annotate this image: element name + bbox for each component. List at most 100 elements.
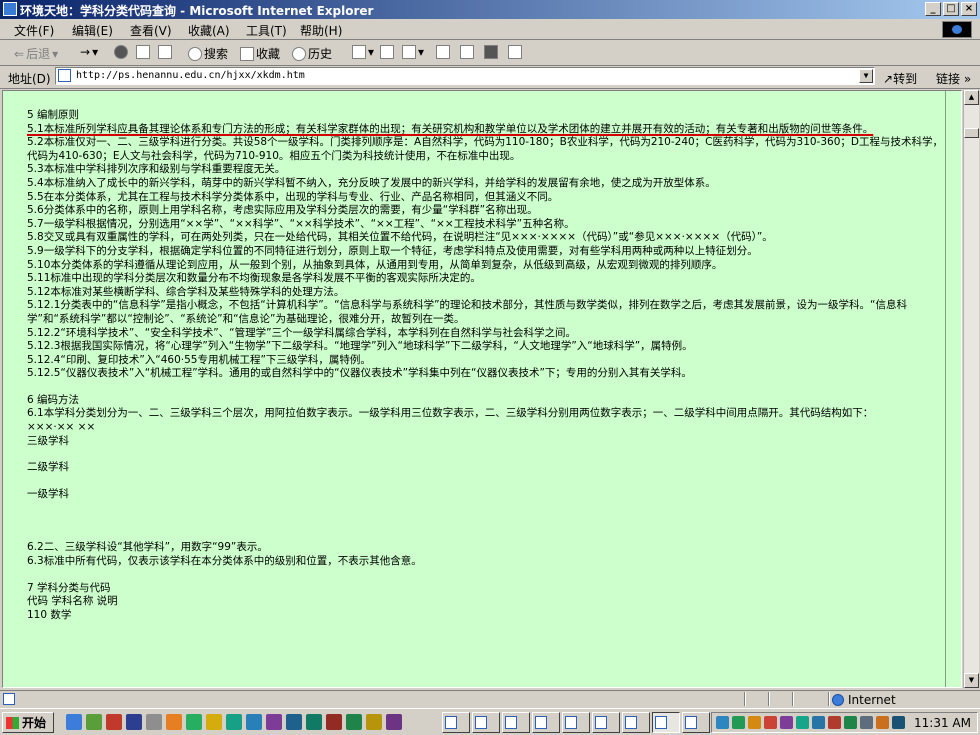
menu-view[interactable]: 查看(V) bbox=[130, 22, 172, 39]
paragraph-5-10: 5.10本分类体系的学科遵循从理论到应用，从一般到个别，从抽象到具体，从通用到专… bbox=[27, 258, 723, 271]
taskbar-window-button[interactable] bbox=[442, 712, 470, 733]
tray-icon[interactable] bbox=[892, 716, 905, 729]
address-label: 地址(D) bbox=[8, 72, 51, 86]
scroll-thumb[interactable] bbox=[964, 128, 979, 138]
minimize-button[interactable]: _ bbox=[925, 2, 941, 16]
label-level-3: 三级学科 bbox=[27, 434, 69, 447]
taskbar-window-button[interactable] bbox=[592, 712, 620, 733]
quicklaunch-icon[interactable] bbox=[186, 714, 202, 730]
go-arrow-icon: ↗ bbox=[883, 72, 894, 86]
scroll-down-button[interactable]: ▼ bbox=[964, 673, 979, 688]
close-button[interactable]: × bbox=[961, 2, 977, 16]
research-button[interactable] bbox=[484, 45, 498, 59]
stop-button[interactable] bbox=[114, 45, 128, 59]
quicklaunch-icon[interactable] bbox=[226, 714, 242, 730]
page-icon bbox=[58, 69, 71, 82]
stop-icon bbox=[114, 45, 128, 59]
heading-section-6: 6 编码方法 bbox=[27, 393, 80, 406]
back-button[interactable]: ⇐ 后退 ▾ bbox=[14, 45, 58, 62]
taskbar-window-button[interactable] bbox=[502, 712, 530, 733]
window-icon bbox=[685, 716, 697, 729]
address-bar: 地址(D) http://ps.henannu.edu.cn/hjxx/xkdm… bbox=[0, 66, 980, 89]
forward-arrow-icon: → bbox=[80, 45, 91, 59]
edit-button[interactable]: ▾ bbox=[402, 45, 424, 59]
quicklaunch-icon[interactable] bbox=[166, 714, 182, 730]
heading-section-7: 7 学科分类与代码 bbox=[27, 581, 111, 594]
tray-icon[interactable] bbox=[844, 716, 857, 729]
tray-icon[interactable] bbox=[828, 716, 841, 729]
address-input[interactable]: http://ps.henannu.edu.cn/hjxx/xkdm.htm ▼ bbox=[55, 67, 875, 85]
quicklaunch-icon[interactable] bbox=[286, 714, 302, 730]
tray-icon[interactable] bbox=[780, 716, 793, 729]
quicklaunch-icon[interactable] bbox=[86, 714, 102, 730]
history-button[interactable]: 历史 bbox=[292, 45, 332, 62]
media-button[interactable] bbox=[508, 45, 522, 59]
taskbar-window-button[interactable] bbox=[472, 712, 500, 733]
quicklaunch-icon[interactable] bbox=[306, 714, 322, 730]
start-button[interactable]: 开始 bbox=[2, 712, 54, 733]
page-status-icon bbox=[3, 693, 15, 705]
quicklaunch-icon[interactable] bbox=[126, 714, 142, 730]
go-button[interactable]: ↗转到 bbox=[883, 70, 917, 87]
menu-file[interactable]: 文件(F) bbox=[14, 22, 54, 39]
quicklaunch-icon[interactable] bbox=[386, 714, 402, 730]
quicklaunch-ie-icon[interactable] bbox=[66, 714, 82, 730]
menu-help[interactable]: 帮助(H) bbox=[300, 22, 342, 39]
print-button[interactable] bbox=[380, 45, 394, 59]
forward-button[interactable]: → ▾ bbox=[80, 45, 98, 59]
tray-icon[interactable] bbox=[812, 716, 825, 729]
paragraph-5-12-5: 5.12.5“仪器仪表技术”入“机械工程”学科。通用的或自然科学中的“仪器仪表技… bbox=[27, 367, 692, 380]
search-button[interactable]: 搜索 bbox=[188, 45, 228, 62]
mail-button[interactable]: ▾ bbox=[352, 45, 374, 59]
scroll-up-button[interactable]: ▲ bbox=[964, 90, 979, 105]
discuss-button[interactable] bbox=[436, 45, 450, 59]
favorites-button[interactable]: 收藏 bbox=[240, 45, 280, 62]
paragraph-5-12: 5.12本标准对某些横断学科、综合学科及某些特殊学科的处理方法。 bbox=[27, 285, 345, 298]
refresh-button[interactable] bbox=[136, 45, 150, 59]
menu-tools[interactable]: 工具(T) bbox=[246, 22, 287, 39]
tray-icon[interactable] bbox=[716, 716, 729, 729]
tray-icon[interactable] bbox=[876, 716, 889, 729]
taskbar-window-button[interactable] bbox=[532, 712, 560, 733]
paragraph-6-1: 6.1本学科分类划分为一、二、三级学科三个层次，用阿拉伯数字表示。一级学科用三位… bbox=[27, 407, 874, 420]
home-button[interactable] bbox=[158, 45, 172, 59]
quicklaunch-icon[interactable] bbox=[246, 714, 262, 730]
paragraph-5-11: 5.11标准中出现的学科分类层次和数量分布不均衡现象是各学科发展不平衡的客观实际… bbox=[27, 272, 481, 285]
quicklaunch-icon[interactable] bbox=[326, 714, 342, 730]
blank-lines bbox=[27, 501, 947, 541]
menu-bar: 文件(F) 编辑(E) 查看(V) 收藏(A) 工具(T) 帮助(H) bbox=[0, 19, 980, 40]
research-icon bbox=[484, 45, 498, 59]
quicklaunch-icon[interactable] bbox=[106, 714, 122, 730]
page-content[interactable]: 5 编制原则 5.1本标准所列学科应具备其理论体系和专门方法的形成；有关科学家群… bbox=[2, 90, 962, 688]
quicklaunch-icon[interactable] bbox=[266, 714, 282, 730]
status-divider bbox=[768, 692, 770, 706]
menu-edit[interactable]: 编辑(E) bbox=[72, 22, 113, 39]
menu-favorites[interactable]: 收藏(A) bbox=[188, 22, 230, 39]
quicklaunch-icon[interactable] bbox=[366, 714, 382, 730]
taskbar-window-button[interactable] bbox=[562, 712, 590, 733]
refresh-icon bbox=[136, 45, 150, 59]
messenger-button[interactable] bbox=[460, 45, 474, 59]
links-button[interactable]: 链接 » bbox=[936, 70, 971, 87]
title-bar: 环境天地：学科分类代码查询 - Microsoft Internet Explo… bbox=[0, 0, 980, 19]
paragraph-5-6: 5.6分类体系中的名称，原则上用学科名称，考虑实际应用及学科分类层次的需要，有少… bbox=[27, 204, 538, 217]
tray-icon[interactable] bbox=[748, 716, 761, 729]
paragraph-5-4: 5.4本标准纳入了成长中的新兴学科，萌芽中的新兴学科暂不纳入，充分反映了发展中的… bbox=[27, 176, 716, 189]
vertical-scrollbar[interactable]: ▲ ▼ bbox=[963, 90, 979, 688]
taskbar-window-button[interactable] bbox=[622, 712, 650, 733]
tray-icon[interactable] bbox=[860, 716, 873, 729]
tray-icon[interactable] bbox=[732, 716, 745, 729]
quicklaunch-icon[interactable] bbox=[346, 714, 362, 730]
address-dropdown-icon[interactable]: ▼ bbox=[859, 69, 873, 83]
taskbar-window-button-active[interactable] bbox=[652, 712, 680, 733]
tray-icon[interactable] bbox=[796, 716, 809, 729]
window-icon bbox=[505, 716, 517, 729]
quicklaunch-icon[interactable] bbox=[146, 714, 162, 730]
tray-icon[interactable] bbox=[764, 716, 777, 729]
maximize-button[interactable]: □ bbox=[943, 2, 959, 16]
taskbar-window-button[interactable] bbox=[682, 712, 710, 733]
quicklaunch-icon[interactable] bbox=[206, 714, 222, 730]
window-icon bbox=[595, 716, 607, 729]
